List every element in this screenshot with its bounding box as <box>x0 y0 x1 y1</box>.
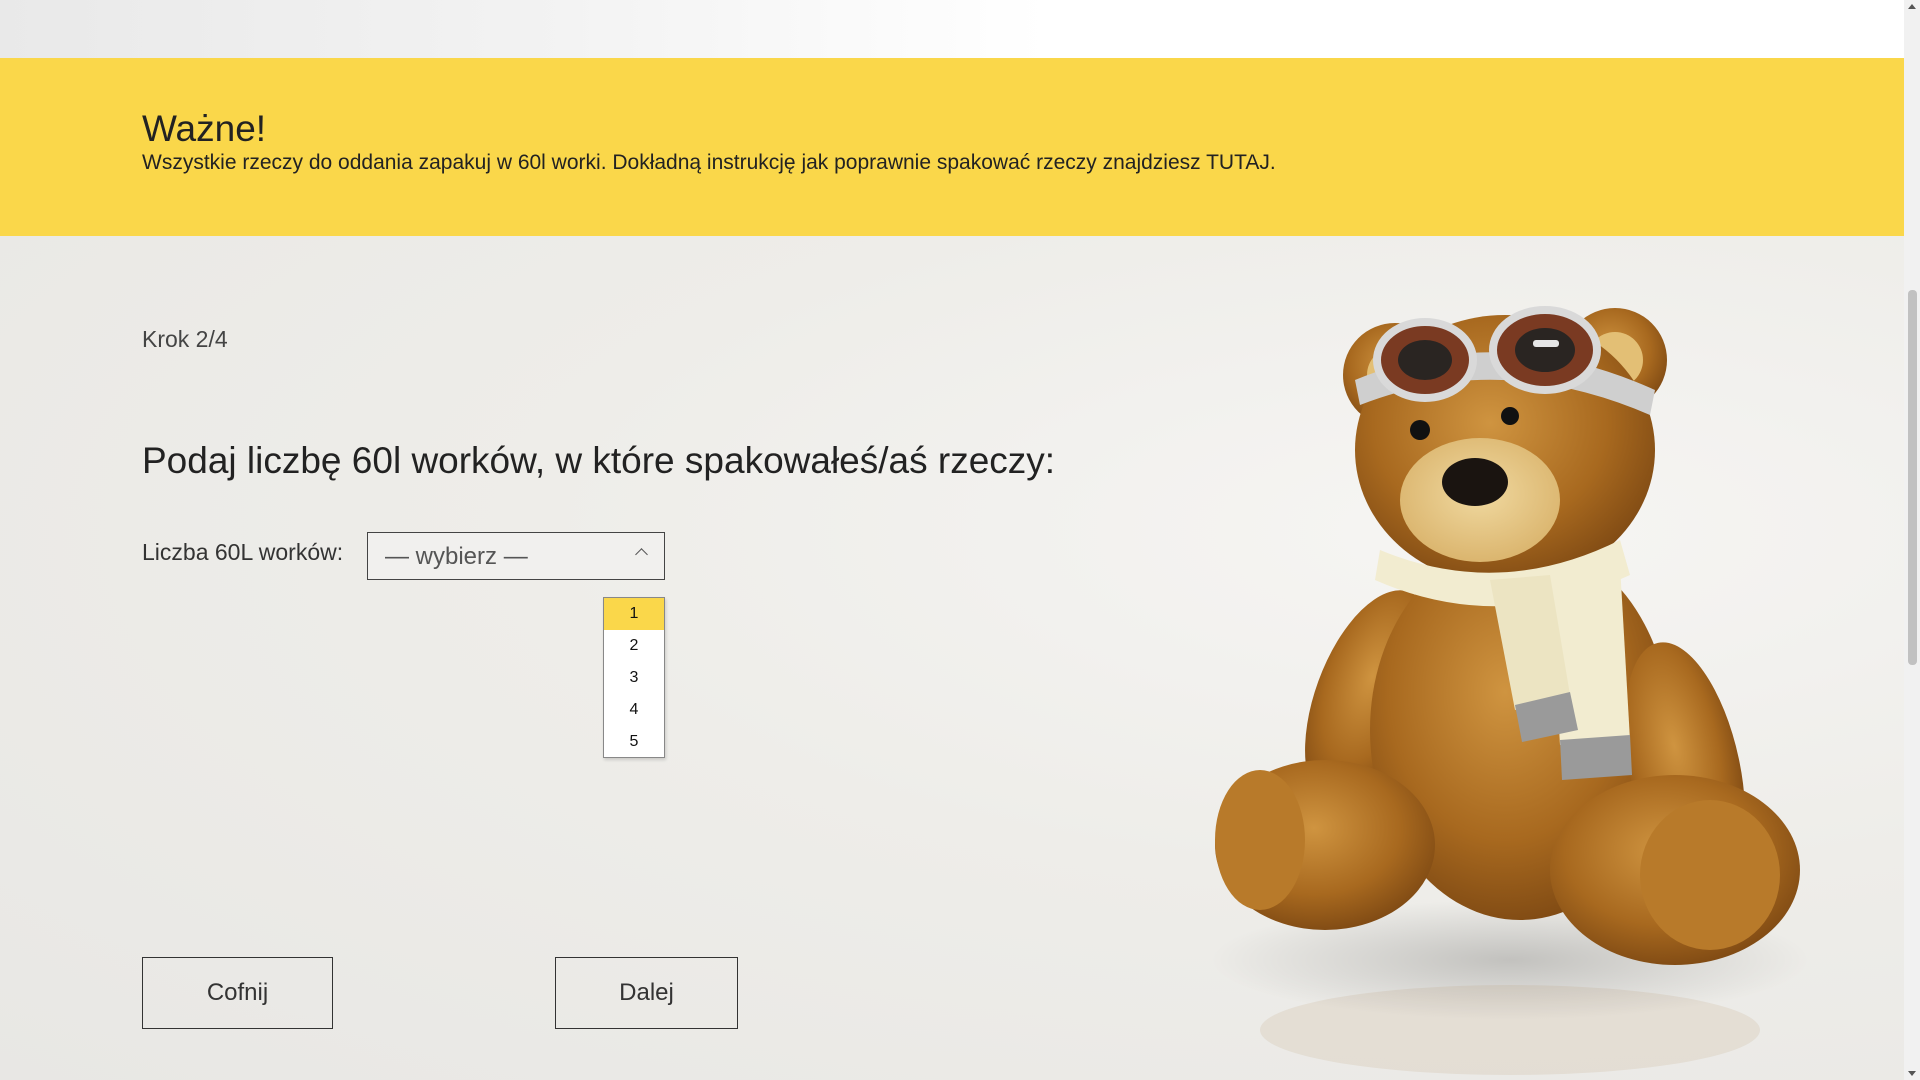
option-1[interactable]: 1 <box>604 598 664 630</box>
select-value: — wybierz — <box>385 543 528 570</box>
top-header-band <box>0 0 1904 58</box>
bag-count-dropdown: 1 2 3 4 5 <box>603 597 665 758</box>
notice-title: Ważne! <box>142 108 267 149</box>
page-scrollbar[interactable] <box>1904 0 1920 1080</box>
bag-count-select[interactable]: — wybierz — <box>367 532 665 580</box>
notice-text: Wszystkie rzeczy do oddania zapakuj w 60… <box>142 151 1276 174</box>
bag-count-label: Liczba 60L worków: <box>142 539 344 565</box>
scroll-up-arrow-icon[interactable] <box>1908 4 1916 9</box>
step-indicator: Krok 2/4 <box>142 326 228 352</box>
important-notice-banner: Ważne! Wszystkie rzeczy do oddania zapak… <box>0 58 1904 236</box>
option-2[interactable]: 2 <box>604 630 664 662</box>
teddy-bear-illustration <box>1210 306 1810 1075</box>
option-5[interactable]: 5 <box>604 726 664 758</box>
option-4[interactable]: 4 <box>604 694 664 726</box>
chevron-up-icon <box>635 548 648 561</box>
scroll-down-arrow-icon[interactable] <box>1908 1071 1916 1076</box>
question-heading: Podaj liczbę 60l worków, w które spakowa… <box>142 440 1056 481</box>
next-button[interactable]: Dalej <box>555 957 738 1029</box>
back-button[interactable]: Cofnij <box>142 957 333 1029</box>
scroll-thumb[interactable] <box>1908 290 1917 665</box>
option-3[interactable]: 3 <box>604 662 664 694</box>
